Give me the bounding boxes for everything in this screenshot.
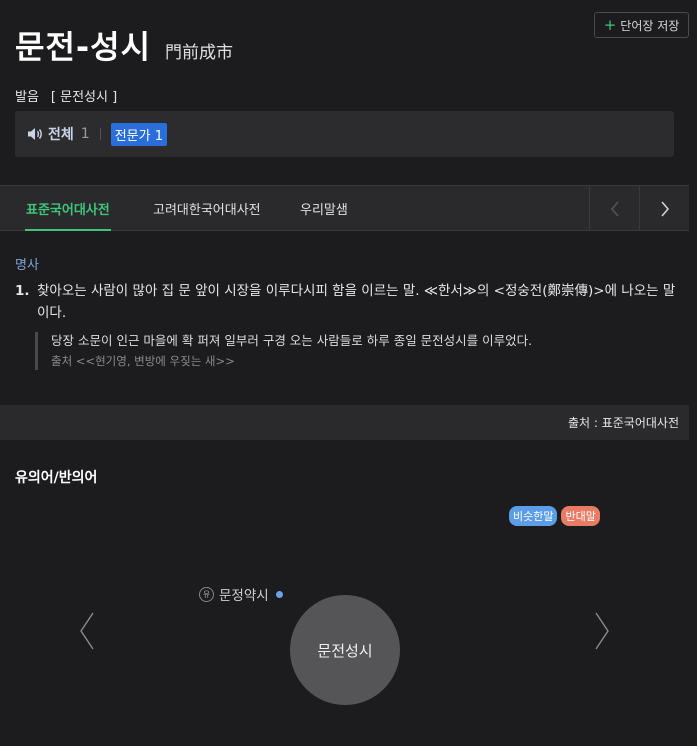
tab-next-button[interactable] — [639, 186, 689, 231]
graph-next-arrow-icon[interactable] — [594, 612, 610, 650]
part-of-speech: 명사 — [15, 258, 39, 273]
related-word-label: 문정약시 — [219, 588, 269, 604]
tab-prev-button[interactable] — [589, 186, 639, 231]
chevron-right-icon — [660, 200, 669, 217]
play-all-audio-button[interactable]: 전체 1 — [27, 124, 90, 144]
source-bar: 출처 : 표준국어대사전 — [0, 405, 689, 440]
definition-item: 1. 찾아오는 사람이 많아 집 문 앞이 시장을 이루다시피 함을 이르는 말… — [15, 280, 685, 324]
headword: 문전-성시 — [15, 28, 152, 66]
related-word-node[interactable]: 유 문정약시 — [199, 584, 283, 604]
hanja: 門前成市 — [165, 43, 234, 63]
tab-urimalsaem[interactable]: 우리말샘 — [300, 186, 348, 231]
pronunciation-row: 발음 [ 문전성시 ] — [15, 86, 117, 105]
example-source: 출처 <<현기영, 변방에 우짖는 새>> — [51, 354, 235, 368]
audio-all-label: 전체 — [48, 127, 74, 143]
tab-korea-univ-dictionary[interactable]: 고려대한국어대사전 — [153, 186, 261, 231]
audio-panel: 전체 1 전문가 1 — [15, 111, 674, 157]
center-word-node[interactable]: 문전성시 — [290, 595, 400, 705]
legend-opposite: 반대말 — [561, 506, 600, 526]
audio-divider — [99, 128, 101, 140]
definition-number: 1. — [15, 283, 30, 299]
pronunciation-label: 발음 — [15, 90, 39, 105]
pronunciation-value: [ 문전성시 ] — [50, 90, 118, 105]
similar-word-icon: 유 — [199, 586, 214, 602]
audio-all-count: 1 — [80, 126, 90, 142]
tab-standard-dictionary[interactable]: 표준국어대사전 — [25, 186, 111, 231]
save-button-label: 단어장 저장 — [620, 18, 680, 33]
center-word-label: 문전성시 — [317, 641, 373, 660]
legend-similar: 비슷한말 — [509, 506, 558, 526]
expert-audio-button[interactable]: 전문가 1 — [110, 122, 167, 146]
speaker-icon — [28, 128, 42, 140]
similar-dot-icon — [275, 590, 283, 598]
example-block: 당장 소문이 인근 마을에 확 퍼져 일부러 구경 오는 사람들로 하루 종일 … — [35, 332, 675, 370]
save-to-wordbook-button[interactable]: + 단어장 저장 — [594, 12, 689, 38]
example-sentence: 당장 소문이 인근 마을에 확 퍼져 일부러 구경 오는 사람들로 하루 종일 … — [51, 333, 533, 348]
dictionary-tabs: 표준국어대사전 고려대한국어대사전 우리말샘 — [0, 185, 689, 231]
definition-text: 찾아오는 사람이 많아 집 문 앞이 시장을 이루다시피 함을 이르는 말. ≪… — [37, 283, 676, 321]
chevron-left-icon — [610, 200, 619, 217]
source-text: 출처 : 표준국어대사전 — [567, 416, 679, 430]
synonym-section-title: 유의어/반의어 — [15, 470, 98, 486]
synonym-legend: 비슷한말 반대말 — [509, 506, 600, 526]
graph-prev-arrow-icon[interactable] — [79, 612, 95, 650]
plus-icon: + — [603, 15, 617, 34]
headword-row: 문전-성시 門前成市 — [15, 22, 233, 68]
